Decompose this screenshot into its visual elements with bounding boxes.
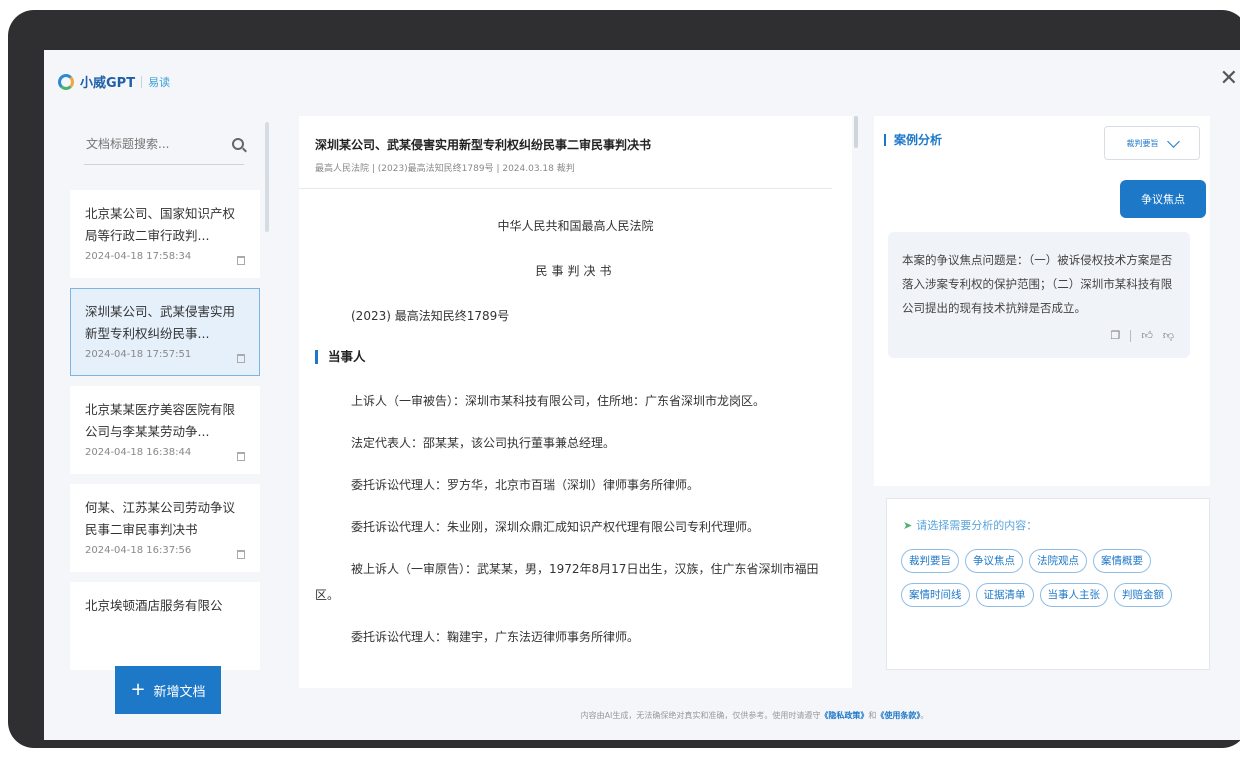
app-window: 小威GPT 易读 ✕ 北京某公司、国家知识产权局等行政二审行政判... 2024… <box>44 50 1240 740</box>
document-scrollbar[interactable] <box>854 116 858 148</box>
question-bubble[interactable]: 争议焦点 <box>1120 180 1206 218</box>
suggestion-title: ➤ 请选择需要分析的内容： <box>903 517 1037 533</box>
thumbs-down-icon[interactable]: 👎︎ <box>1163 324 1174 348</box>
paragraph: 委托诉讼代理人：罗方华，北京市百瑞（深圳）律师事务所律师。 <box>351 478 700 492</box>
document-item-active[interactable]: 深圳某公司、武某侵害实用新型专利权纠纷民事... 2024-04-18 17:5… <box>70 288 260 376</box>
document-list: 北京某公司、国家知识产权局等行政二审行政判... 2024-04-18 17:5… <box>70 190 260 680</box>
trash-icon[interactable] <box>237 256 245 265</box>
answer-bubble: 本案的争议焦点问题是：（一）被诉侵权技术方案是否落入涉案专利权的保护范围；（二）… <box>888 232 1190 358</box>
thumbs-up-icon[interactable]: 👍︎ <box>1141 324 1153 348</box>
suggestion-title-text: 请选择需要分析的内容： <box>916 519 1038 532</box>
case-number: (2023) 最高法知民终1789号 <box>351 309 510 323</box>
document-header-meta: 最高人民法院 | (2023)最高法知民终1789号 | 2024.03.18 … <box>315 164 575 174</box>
add-document-button[interactable]: + 新增文档 <box>115 666 221 714</box>
analysis-type-select[interactable]: 裁判要旨 <box>1104 126 1200 160</box>
footer-end: 。 <box>920 711 929 720</box>
document-item[interactable]: 北京某公司、国家知识产权局等行政二审行政判... 2024-04-18 17:5… <box>70 190 260 278</box>
tag-button[interactable]: 争议焦点 <box>965 549 1023 573</box>
document-title: 北京某公司、国家知识产权局等行政二审行政判... <box>85 206 236 243</box>
plus-icon: + <box>130 679 146 700</box>
tag-button[interactable]: 裁判要旨 <box>901 549 959 573</box>
copy-icon[interactable]: ❐ <box>1110 324 1120 348</box>
court-name: 中华人民共和国最高人民法院 <box>497 219 654 233</box>
privacy-link[interactable]: 《隐私政策》 <box>820 711 868 720</box>
document-item[interactable]: 何某、江苏某公司劳动争议民事二审民事判决书 2024-04-18 16:37:5… <box>70 484 260 572</box>
search-input[interactable] <box>84 136 218 152</box>
document-time: 2024-04-18 17:57:51 <box>85 349 192 360</box>
paragraph: 委托诉讼代理人：朱业刚，深圳众鼎汇成知识产权代理有限公司专利代理师。 <box>351 520 760 534</box>
paragraph: 法定代表人：邵某某，该公司执行董事兼总经理。 <box>351 436 616 450</box>
brand-product: 易读 <box>148 75 171 89</box>
toolbar-divider <box>1130 330 1132 342</box>
analysis-title: 案例分析 <box>884 134 942 146</box>
tag-button[interactable]: 判赔金额 <box>1114 583 1172 607</box>
document-viewer: 深圳某公司、武某侵害实用新型专利权纠纷民事二审民事判决书 最高人民法院 | (2… <box>299 116 852 688</box>
answer-text: 本案的争议焦点问题是：（一）被诉侵权技术方案是否落入涉案专利权的保护范围；（二）… <box>902 253 1173 315</box>
logo-icon <box>58 73 74 90</box>
document-type: 民事判决书 <box>535 264 616 278</box>
document-header-title: 深圳某公司、武某侵害实用新型专利权纠纷民事二审民事判决书 <box>315 138 652 152</box>
document-time: 2024-04-18 16:38:44 <box>85 447 192 458</box>
document-time: 2024-04-18 17:58:34 <box>85 251 192 262</box>
sidebar: 北京某公司、国家知识产权局等行政二审行政判... 2024-04-18 17:5… <box>66 120 266 690</box>
tag-button[interactable]: 案情概要 <box>1093 549 1151 573</box>
document-title: 北京埃顿酒店服务有限公 <box>85 598 223 613</box>
tag-button[interactable]: 证据清单 <box>975 583 1034 607</box>
tag-button[interactable]: 当事人主张 <box>1039 583 1108 607</box>
document-item[interactable]: 北京某某医疗美容医院有限公司与李某某劳动争... 2024-04-18 16:3… <box>70 386 260 474</box>
document-title: 深圳某公司、武某侵害实用新型专利权纠纷民事... <box>85 304 236 341</box>
send-icon: ➤ <box>903 519 913 532</box>
document-title: 何某、江苏某公司劳动争议民事二审民事判决书 <box>85 500 236 537</box>
analysis-panel: 案例分析 裁判要旨 争议焦点 本案的争议焦点问题是：（一）被诉侵权技术方案是否落… <box>874 116 1210 486</box>
trash-icon[interactable] <box>237 550 245 559</box>
add-document-label: 新增文档 <box>153 684 206 700</box>
document-header: 深圳某公司、武某侵害实用新型专利权纠纷民事二审民事判决书 最高人民法院 | (2… <box>299 116 832 189</box>
answer-toolbar: ❐ 👍︎ 👎︎ <box>1110 324 1174 348</box>
footer-disclaimer: 内容由AI生成，无法确保绝对真实和准确，仅供参考。使用时请遵守《隐私政策》和《使… <box>299 710 1210 721</box>
close-icon[interactable]: ✕ <box>1220 68 1238 90</box>
document-item[interactable]: 北京埃顿酒店服务有限公 <box>70 582 260 670</box>
brand-logo: 小威GPT 易读 <box>58 72 170 91</box>
tag-button[interactable]: 案情时间线 <box>901 583 970 607</box>
terms-link[interactable]: 《使用条款》 <box>876 711 920 720</box>
logo-divider <box>141 75 143 88</box>
trash-icon[interactable] <box>237 452 245 461</box>
paragraph: 被上诉人（一审原告）：武某某，男，1972年8月17日出生，汉族，住广东省深圳市… <box>315 562 819 602</box>
paragraph: 上诉人（一审被告）：深圳市某科技有限公司，住所地：广东省深圳市龙岗区。 <box>351 394 766 408</box>
chevron-down-icon <box>1166 134 1180 148</box>
search-box <box>84 128 244 165</box>
section-heading: 当事人 <box>315 350 852 364</box>
search-icon[interactable] <box>232 138 244 150</box>
suggestion-tags: 裁判要旨 争议焦点 法院观点 案情概要 案情时间线 证据清单 当事人主张 判赔金… <box>901 549 1201 607</box>
suggestion-panel: ➤ 请选择需要分析的内容： 裁判要旨 争议焦点 法院观点 案情概要 案情时间线 证… <box>886 498 1210 670</box>
trash-icon[interactable] <box>237 354 245 363</box>
document-time: 2024-04-18 16:37:56 <box>85 545 192 556</box>
paragraph: 委托诉讼代理人：鞠建宇，广东法迈律师事务所律师。 <box>351 630 640 644</box>
footer-text: 内容由AI生成，无法确保绝对真实和准确，仅供参考。使用时请遵守 <box>580 711 821 720</box>
device-frame: 小威GPT 易读 ✕ 北京某公司、国家知识产权局等行政二审行政判... 2024… <box>8 10 1240 748</box>
document-title: 北京某某医疗美容医院有限公司与李某某劳动争... <box>85 402 236 439</box>
brand-name: 小威GPT <box>80 76 136 91</box>
tag-button[interactable]: 法院观点 <box>1029 549 1087 573</box>
select-value: 裁判要旨 <box>1126 138 1159 148</box>
sidebar-scrollbar[interactable] <box>265 122 269 232</box>
